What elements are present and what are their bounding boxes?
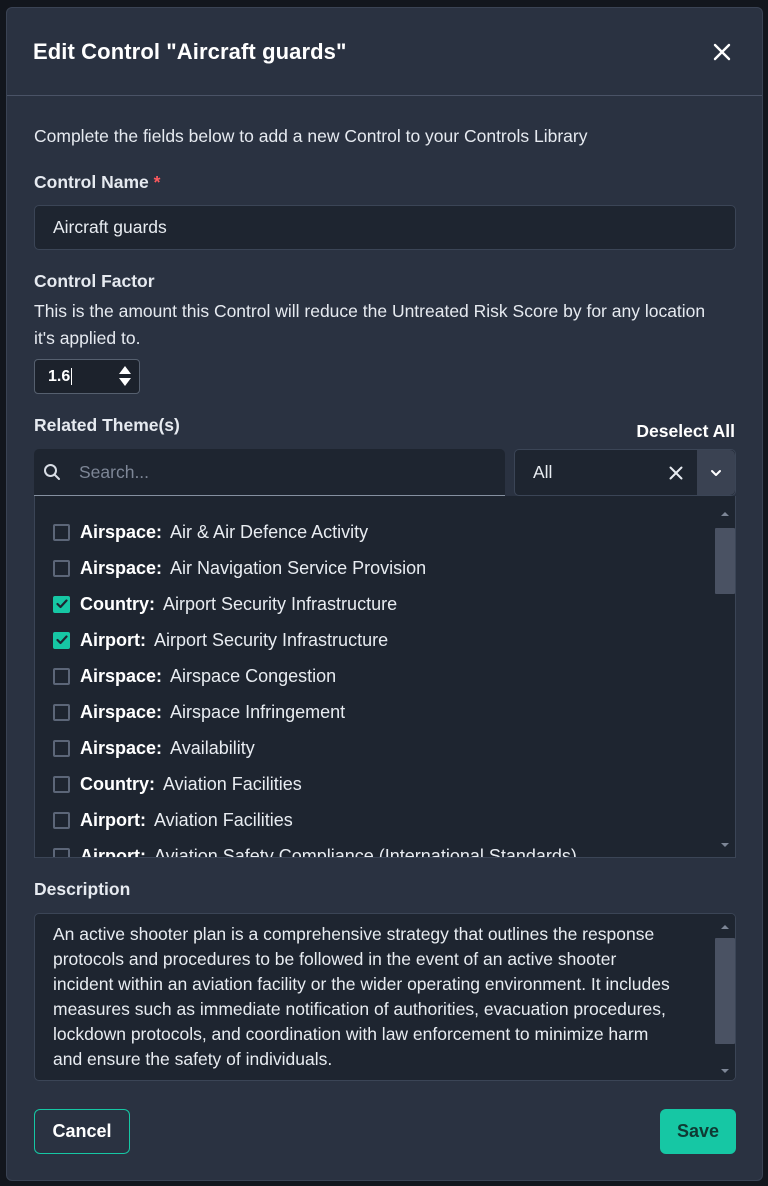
- scroll-down-icon[interactable]: [720, 842, 730, 848]
- checkmark-icon: [55, 635, 68, 645]
- checkbox[interactable]: [53, 775, 70, 793]
- theme-category: Airport:: [80, 809, 146, 830]
- theme-list-item[interactable]: Country: Airport Security Infrastructure: [53, 586, 397, 622]
- control-factor-stepper[interactable]: 1.6: [34, 359, 140, 394]
- theme-name: Availability: [170, 737, 255, 758]
- description-textarea[interactable]: An active shooter plan is a comprehensiv…: [34, 913, 736, 1081]
- description-label: Description: [34, 879, 131, 899]
- control-name-label-text: Control Name: [34, 172, 149, 192]
- checkbox-checked[interactable]: [53, 631, 70, 649]
- theme-name: Aviation Facilities: [154, 809, 293, 830]
- theme-list-item[interactable]: Airport: Aviation Facilities: [53, 802, 293, 838]
- control-factor-description: This is the amount this Control will red…: [34, 301, 706, 348]
- form-intro: Complete the fields below to add a new C…: [34, 126, 588, 146]
- theme-category: Airport:: [80, 629, 146, 650]
- theme-category: Airport:: [80, 845, 146, 858]
- related-themes-label: Related Theme(s): [34, 415, 180, 435]
- close-button[interactable]: [708, 38, 736, 66]
- theme-list[interactable]: Airspace: Air & Air Defence Activity Airsp…: [34, 496, 736, 858]
- checkbox[interactable]: [53, 847, 70, 857]
- theme-name: Air & Air Defence Activity: [170, 521, 369, 542]
- theme-name: Aviation Safety Compliance (Internationa…: [154, 845, 577, 858]
- checkbox[interactable]: [53, 523, 70, 541]
- filter-selected-value: All: [533, 462, 553, 482]
- close-icon: [713, 43, 731, 60]
- edit-control-modal: Edit Control "Aircraft guards" Complete …: [6, 7, 763, 1181]
- control-name-label: Control Name *: [34, 172, 160, 193]
- cancel-button[interactable]: Cancel: [34, 1109, 130, 1154]
- theme-category: Country:: [80, 773, 155, 794]
- theme-category: Airspace:: [80, 557, 163, 578]
- theme-name: Airport Security Infrastructure: [154, 629, 389, 650]
- checkbox[interactable]: [53, 703, 70, 721]
- scroll-down-icon[interactable]: [720, 1068, 730, 1074]
- theme-list-item[interactable]: Airspace: Air & Air Defence Activity: [53, 514, 368, 550]
- modal-title: Edit Control "Aircraft guards": [33, 38, 347, 64]
- theme-name: Airport Security Infrastructure: [163, 593, 398, 614]
- theme-category: Airspace:: [80, 665, 163, 686]
- search-placeholder: Search...: [79, 461, 150, 482]
- increment-icon[interactable]: [118, 364, 132, 375]
- theme-filter-select[interactable]: All: [514, 449, 736, 496]
- scroll-up-icon[interactable]: [720, 511, 730, 517]
- theme-list-item[interactable]: Airspace: Airspace Congestion: [53, 658, 336, 694]
- dropdown-toggle[interactable]: [697, 450, 735, 495]
- theme-category: Airspace:: [80, 521, 163, 542]
- decrement-icon[interactable]: [118, 377, 132, 388]
- theme-list-scrollbar[interactable]: [715, 496, 735, 857]
- checkbox-checked[interactable]: [53, 595, 70, 613]
- control-factor-label: Control Factor: [34, 271, 155, 291]
- theme-list-item[interactable]: Airspace: Airspace Infringement: [53, 694, 345, 730]
- modal-header: Edit Control "Aircraft guards": [7, 8, 762, 96]
- control-factor-value: 1.6: [48, 367, 71, 385]
- description-value: An active shooter plan is a comprehensiv…: [53, 924, 670, 1069]
- description-scroll-thumb[interactable]: [715, 938, 735, 1044]
- theme-category: Airspace:: [80, 701, 163, 722]
- scroll-up-icon[interactable]: [720, 924, 730, 930]
- text-cursor: [71, 368, 73, 385]
- theme-list-item[interactable]: Airspace: Availability: [53, 730, 255, 766]
- theme-category: Airspace:: [80, 737, 163, 758]
- checkbox[interactable]: [53, 811, 70, 829]
- required-mark: *: [153, 172, 161, 192]
- theme-list-item[interactable]: Airport: Aviation Safety Compliance (Inte…: [53, 838, 577, 858]
- deselect-all-button[interactable]: Deselect All: [636, 421, 735, 442]
- clear-icon[interactable]: [669, 466, 683, 480]
- save-button[interactable]: Save: [660, 1109, 736, 1154]
- modal-body: Complete the fields below to add a new C…: [7, 96, 762, 1180]
- theme-search-input[interactable]: Search...: [34, 449, 505, 496]
- search-icon: [44, 464, 60, 480]
- theme-list-item[interactable]: Airspace: Air Navigation Service Provisio…: [53, 550, 426, 586]
- chevron-down-icon: [711, 469, 721, 476]
- theme-name: Airspace Infringement: [170, 701, 346, 722]
- checkbox[interactable]: [53, 559, 70, 577]
- theme-category: Country:: [80, 593, 155, 614]
- stepper-controls: [118, 364, 132, 388]
- theme-list-item[interactable]: Airport: Airport Security Infrastructure: [53, 622, 388, 658]
- control-name-value: Aircraft guards: [53, 217, 167, 237]
- theme-list-item[interactable]: Country: Aviation Facilities: [53, 766, 302, 802]
- theme-name: Airspace Congestion: [170, 665, 337, 686]
- checkmark-icon: [55, 599, 68, 609]
- description-scrollbar[interactable]: [715, 914, 735, 1080]
- checkbox[interactable]: [53, 667, 70, 685]
- theme-name: Air Navigation Service Provision: [170, 557, 427, 578]
- theme-list-scroll-thumb[interactable]: [715, 528, 735, 594]
- checkbox[interactable]: [53, 739, 70, 757]
- theme-name: Aviation Facilities: [163, 773, 302, 794]
- control-name-input[interactable]: Aircraft guards: [34, 205, 736, 250]
